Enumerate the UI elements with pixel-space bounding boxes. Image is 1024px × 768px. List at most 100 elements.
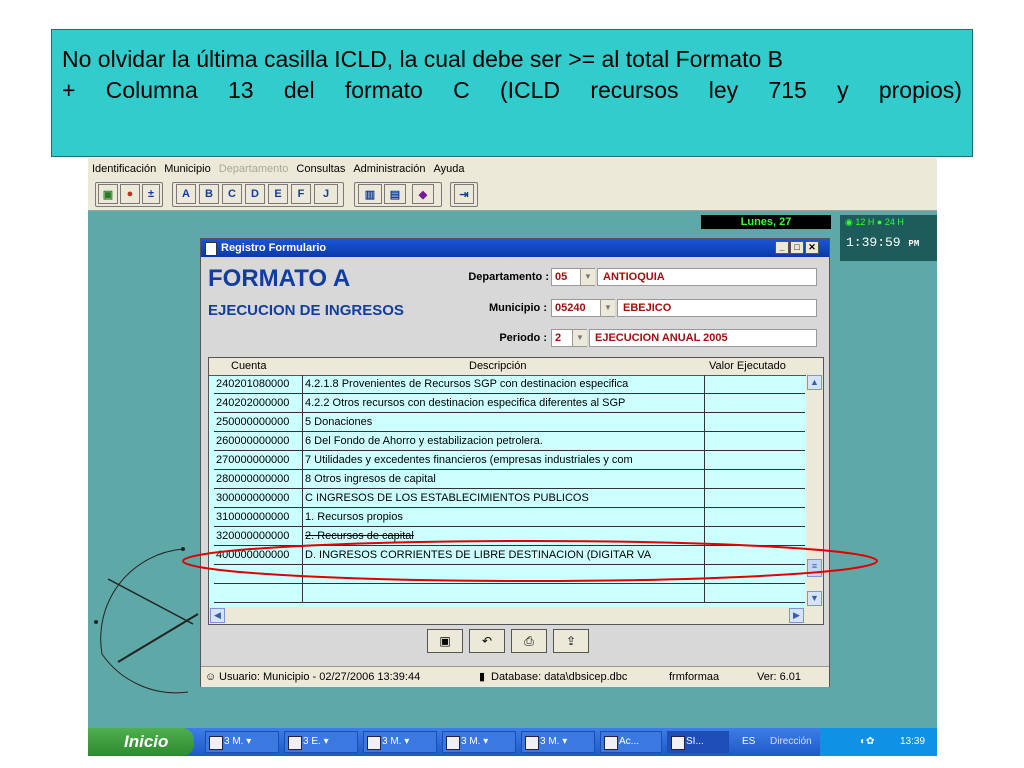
table-row[interactable]: 300000000000 C INGRESOS DE LOS ESTABLECIM… xyxy=(214,489,805,508)
action-buttons: ▣ ↶ ⎙ ⇪ xyxy=(427,629,611,657)
column-header-cuenta[interactable]: Cuenta xyxy=(231,360,266,372)
taskbar-task[interactable]: Ac... xyxy=(600,731,662,753)
chevron-down-icon[interactable]: ▼ xyxy=(580,269,595,285)
cell-descripcion: 1. Recursos propios xyxy=(303,508,705,527)
start-button[interactable]: Inicio xyxy=(88,728,194,756)
task-label: 3 M. xyxy=(224,736,244,747)
toolbar: ▣ ● ± A B C D E F J ▥ ▤ ◆ ⇥ xyxy=(88,180,937,211)
format-d-button[interactable]: D xyxy=(245,184,265,204)
undo-icon[interactable]: ↶ xyxy=(469,629,505,653)
instruction-note: No olvidar la última casilla ICLD, la cu… xyxy=(51,29,973,157)
taskbar-task-active[interactable]: SI... xyxy=(667,731,729,753)
table-row[interactable]: 270000000000 7 Utilidades y excedentes fi… xyxy=(214,451,805,470)
scroll-down-icon[interactable]: ▼ xyxy=(807,591,822,606)
cell-valor[interactable] xyxy=(705,413,805,432)
table-row[interactable]: 240202000000 4.2.2 Otros recursos con des… xyxy=(214,394,805,413)
print-icon[interactable]: ⎙ xyxy=(511,629,547,653)
note-word: ley xyxy=(708,77,739,103)
taskbar-task[interactable]: 3 M. ▾ xyxy=(521,731,595,753)
format-e-button[interactable]: E xyxy=(268,184,288,204)
table-row-empty[interactable] xyxy=(214,584,805,603)
cell-cuenta: 240201080000 xyxy=(214,375,303,394)
radio-icon[interactable]: ● xyxy=(877,217,882,227)
menu-identificacion[interactable]: Identificación xyxy=(88,163,160,175)
empty-cell[interactable] xyxy=(303,584,705,603)
menu-municipio[interactable]: Municipio xyxy=(160,163,214,175)
table-row[interactable]: 250000000000 5 Donaciones xyxy=(214,413,805,432)
note-word: Columna xyxy=(105,77,198,103)
table-row[interactable]: 310000000000 1. Recursos propios xyxy=(214,508,805,527)
departamento-name: ANTIOQUIA xyxy=(597,268,817,286)
municipio-label: Municipio : xyxy=(488,302,547,314)
format-j-button[interactable]: J xyxy=(314,184,338,204)
database-icon: ▮ xyxy=(479,671,486,683)
format-c-button[interactable]: C xyxy=(222,184,242,204)
format-b-button[interactable]: B xyxy=(199,184,219,204)
tray-icons[interactable]: ◐✿ xyxy=(860,728,874,756)
clock-format-options[interactable]: ◉ 12 H ● 24 H xyxy=(845,217,904,228)
close-icon[interactable]: ● xyxy=(120,184,140,204)
minimize-icon[interactable]: _ xyxy=(775,241,789,254)
cell-valor[interactable] xyxy=(705,470,805,489)
language-indicator[interactable]: ES xyxy=(742,728,755,756)
settings-icon[interactable]: ◆ xyxy=(412,184,434,204)
column-header-descripcion[interactable]: Descripción xyxy=(469,360,526,372)
menu-ayuda[interactable]: Ayuda xyxy=(429,163,468,175)
address-label[interactable]: Dirección xyxy=(770,728,812,756)
menu-administracion[interactable]: Administración xyxy=(349,163,429,175)
excel-icon xyxy=(525,736,539,750)
empty-cell[interactable] xyxy=(214,584,303,603)
cell-valor[interactable] xyxy=(705,394,805,413)
format-f-button[interactable]: F xyxy=(291,184,311,204)
start-label: Inicio xyxy=(124,732,169,751)
export-icon[interactable]: ⇪ xyxy=(553,629,589,653)
document-icon[interactable]: ▤ xyxy=(384,184,406,204)
scroll-right-icon[interactable]: ▶ xyxy=(789,608,804,623)
chevron-down-icon[interactable]: ▼ xyxy=(572,330,587,346)
radio-icon[interactable]: ◉ xyxy=(845,217,853,227)
exit-icon[interactable]: ⇥ xyxy=(454,184,474,204)
close-icon[interactable]: ✕ xyxy=(805,241,819,254)
note-word: formato xyxy=(344,77,423,103)
table-row[interactable]: 280000000000 8 Otros ingresos de capital xyxy=(214,470,805,489)
clock-time: 1:39:59 PM xyxy=(846,235,919,250)
dialog-titlebar[interactable]: Registro Formulario _ □ ✕ xyxy=(201,239,829,257)
scroll-up-icon[interactable]: ▲ xyxy=(807,375,822,390)
acrobat-icon xyxy=(604,736,618,750)
cell-descripcion: 7 Utilidades y excedentes financieros (e… xyxy=(303,451,705,470)
taskbar-task[interactable]: 3 M. ▾ xyxy=(363,731,437,753)
scroll-left-icon[interactable]: ◀ xyxy=(210,608,225,623)
column-header-valor[interactable]: Valor Ejecutado xyxy=(709,360,786,372)
chart-icon[interactable]: ▣ xyxy=(98,184,118,204)
table-row[interactable]: 240201080000 4.2.1.8 Provenientes de Recu… xyxy=(214,375,805,394)
horizontal-scrollbar[interactable]: ◀ ▶ xyxy=(209,607,823,624)
empty-cell[interactable] xyxy=(705,584,805,603)
word-icon xyxy=(446,736,460,750)
highlight-oval xyxy=(182,540,878,582)
book-icon[interactable]: ▥ xyxy=(358,184,382,204)
maximize-icon[interactable]: □ xyxy=(790,241,804,254)
cell-valor[interactable] xyxy=(705,508,805,527)
app-icon xyxy=(367,736,381,750)
note-line-1: No olvidar la última casilla ICLD, la cu… xyxy=(62,46,783,72)
taskbar-task[interactable]: 3 M. ▾ xyxy=(442,731,516,753)
formato-title: FORMATO A xyxy=(208,265,351,292)
periodo-label: Periodo : xyxy=(499,332,547,344)
save-icon[interactable]: ▣ xyxy=(427,629,463,653)
note-word: y xyxy=(837,77,849,103)
cell-valor[interactable] xyxy=(705,432,805,451)
menu-consultas[interactable]: Consultas xyxy=(292,163,349,175)
taskbar-task[interactable]: 3 E. ▾ xyxy=(284,731,358,753)
cell-valor[interactable] xyxy=(705,451,805,470)
ingresos-grid: Cuenta Descripción Valor Ejecutado 24020… xyxy=(208,357,824,625)
chevron-down-icon[interactable]: ▼ xyxy=(600,300,615,316)
calculator-icon[interactable]: ± xyxy=(142,184,160,204)
cell-valor[interactable] xyxy=(705,489,805,508)
clock-12h-label: 12 H xyxy=(855,217,875,227)
format-a-button[interactable]: A xyxy=(176,184,196,204)
clock-time-value: 1:39:59 xyxy=(846,235,901,250)
table-row[interactable]: 260000000000 6 Del Fondo de Ahorro y esta… xyxy=(214,432,805,451)
cell-valor[interactable] xyxy=(705,375,805,394)
task-label: 3 M. xyxy=(461,736,481,747)
taskbar-task[interactable]: 3 M. ▾ xyxy=(205,731,279,753)
